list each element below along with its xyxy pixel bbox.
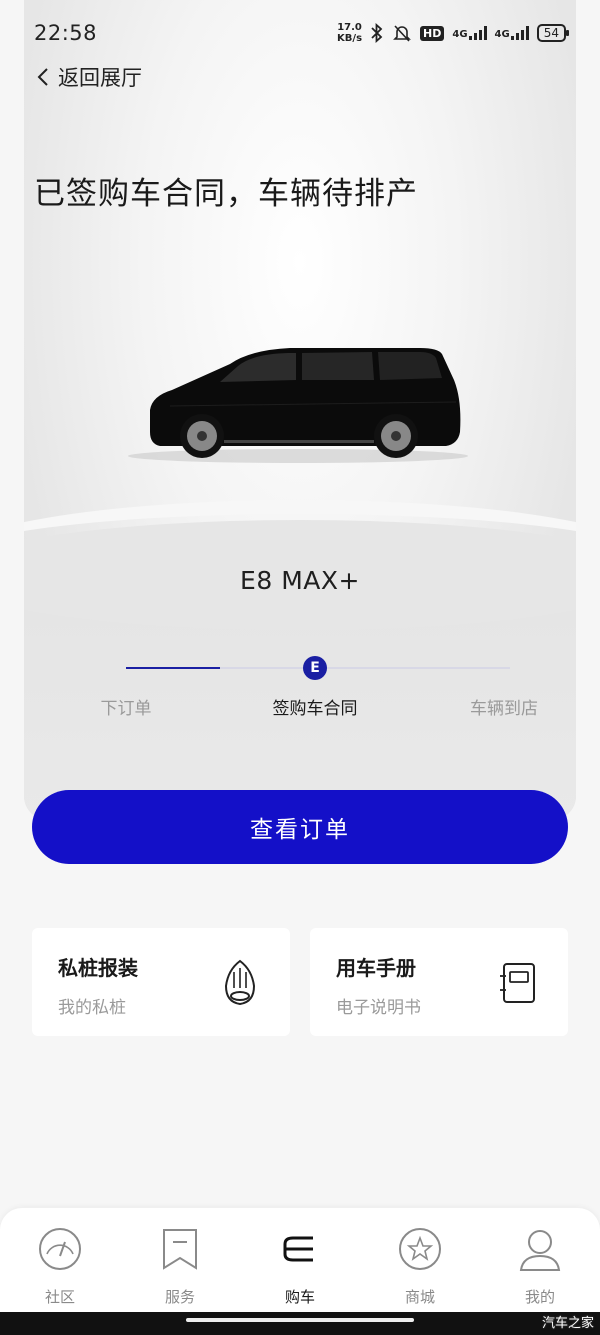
signal-bars-icon [468, 26, 487, 40]
tab-service[interactable]: 服务 [120, 1226, 240, 1307]
community-icon [39, 1228, 81, 1270]
manual-icon [500, 963, 535, 1003]
brand-e-icon [283, 1236, 313, 1262]
tab-mall[interactable]: 商城 [360, 1226, 480, 1307]
order-progress: E 下订单 签购车合同 车辆到店 [0, 650, 600, 730]
progress-step-order: 下订单 [100, 699, 152, 719]
net-speed: 17.0 KB/s [337, 22, 363, 44]
profile-icon [519, 1230, 561, 1271]
tab-label: 购车 [284, 1288, 315, 1306]
hd-badge: HD [420, 25, 445, 41]
order-status-headline: 已签购车合同，车辆待排产 [34, 176, 418, 212]
signal-2: 4G [495, 26, 529, 40]
signal-1: 4G [452, 26, 487, 40]
progress-step-contract: 签购车合同 [272, 699, 358, 719]
back-to-showroom-link[interactable]: 返回展厅 [36, 62, 142, 92]
tab-purchase[interactable]: 购车 [240, 1226, 360, 1307]
progress-track-fill [126, 667, 221, 669]
bluetooth-icon [371, 23, 383, 43]
home-indicator[interactable] [186, 1318, 414, 1322]
back-label: 返回展厅 [58, 66, 142, 90]
system-nav-strip [0, 1312, 600, 1335]
hero-arc-highlight [24, 500, 576, 620]
signal-bars-icon [510, 26, 529, 40]
battery-indicator: 54 [536, 24, 570, 42]
chevron-left-icon [37, 68, 48, 86]
progress-current-node: E [303, 656, 327, 680]
progress-step-arrival: 车辆到店 [470, 699, 538, 719]
mute-bell-icon [393, 25, 411, 42]
vehicle-image [128, 348, 468, 463]
star-icon [399, 1228, 441, 1270]
charger-icon [224, 959, 256, 1006]
manual-card[interactable]: 用车手册 电子说明书 [310, 928, 568, 1036]
status-time: 22:58 [34, 21, 98, 45]
view-order-button[interactable]: 查看订单 [32, 790, 568, 864]
tab-label: 服务 [164, 1288, 195, 1306]
tab-label: 商城 [404, 1288, 435, 1306]
watermark: 汽车之家 [541, 1316, 594, 1331]
charger-install-card[interactable]: 私桩报装 我的私桩 [32, 928, 290, 1036]
tab-label: 社区 [44, 1288, 75, 1306]
status-bar: 22:58 17.0 KB/s HD 4G 4G 54 [0, 0, 600, 66]
quick-cards: 私桩报装 我的私桩 用车手册 电子说明书 [32, 928, 568, 1036]
tab-profile[interactable]: 我的 [480, 1226, 600, 1307]
tab-label: 我的 [524, 1288, 555, 1306]
service-icon [163, 1229, 197, 1270]
tab-community[interactable]: 社区 [0, 1226, 120, 1307]
status-icons: 17.0 KB/s HD 4G 4G 54 [337, 22, 570, 44]
model-name: E8 MAX+ [240, 566, 360, 595]
